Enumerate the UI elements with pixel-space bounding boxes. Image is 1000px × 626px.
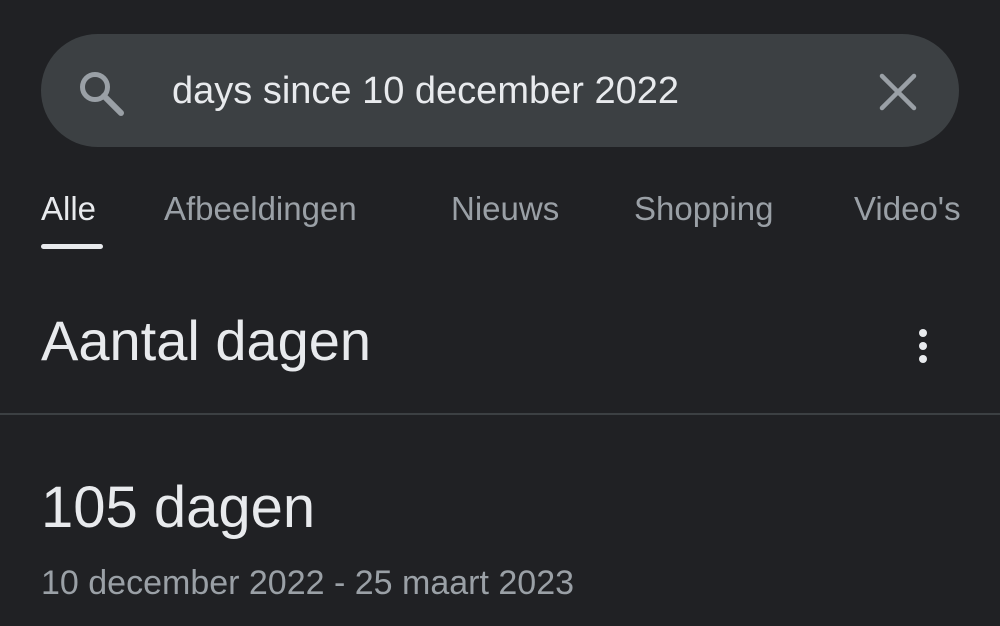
more-vert-icon[interactable]	[908, 326, 938, 366]
tab-nieuws[interactable]: Nieuws	[451, 190, 559, 228]
search-results-page: Alle Afbeeldingen Nieuws Shopping Video'…	[0, 0, 1000, 626]
result-date-range: 10 december 2022 - 25 maart 2023	[41, 564, 575, 602]
result-title: Aantal dagen	[41, 309, 372, 372]
divider	[0, 413, 1000, 415]
close-icon[interactable]	[876, 70, 920, 114]
search-input[interactable]	[172, 58, 832, 124]
search-icon[interactable]	[76, 68, 126, 118]
tab-videos[interactable]: Video's	[854, 190, 961, 228]
tab-shopping[interactable]: Shopping	[634, 190, 773, 228]
tab-afbeeldingen[interactable]: Afbeeldingen	[164, 190, 357, 228]
search-tabs: Alle Afbeeldingen Nieuws Shopping Video'…	[0, 190, 1000, 250]
result-value: 105 dagen	[41, 475, 316, 540]
active-tab-indicator	[41, 244, 103, 249]
tab-alle[interactable]: Alle	[41, 190, 96, 228]
